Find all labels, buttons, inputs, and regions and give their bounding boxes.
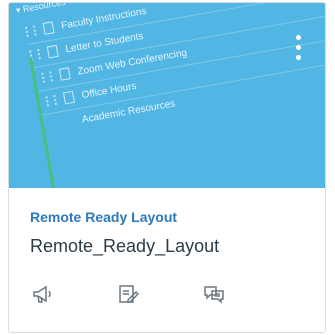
resource-preview: ▾ Resources Faculty Instructions Letter …: [9, 3, 325, 188]
course-title[interactable]: Remote Ready Layout: [30, 209, 177, 225]
course-code: Remote_Ready_Layout: [30, 236, 220, 256]
drag-handle-icon: [25, 25, 37, 38]
document-icon: [46, 45, 59, 59]
drag-handle-icon: [45, 95, 58, 107]
edit-document-icon[interactable]: [117, 283, 140, 305]
course-card-image[interactable]: ▾ Resources Faculty Instructions Letter …: [9, 3, 325, 188]
document-icon: [63, 91, 75, 105]
chat-bubbles-icon[interactable]: [203, 283, 225, 305]
course-card[interactable]: ▾ Resources Faculty Instructions Letter …: [8, 2, 326, 333]
document-icon: [58, 67, 71, 82]
document-icon: [42, 21, 55, 36]
megaphone-icon[interactable]: [31, 283, 53, 305]
more-options-icon[interactable]: [293, 35, 303, 65]
drag-handle-icon: [41, 71, 53, 84]
